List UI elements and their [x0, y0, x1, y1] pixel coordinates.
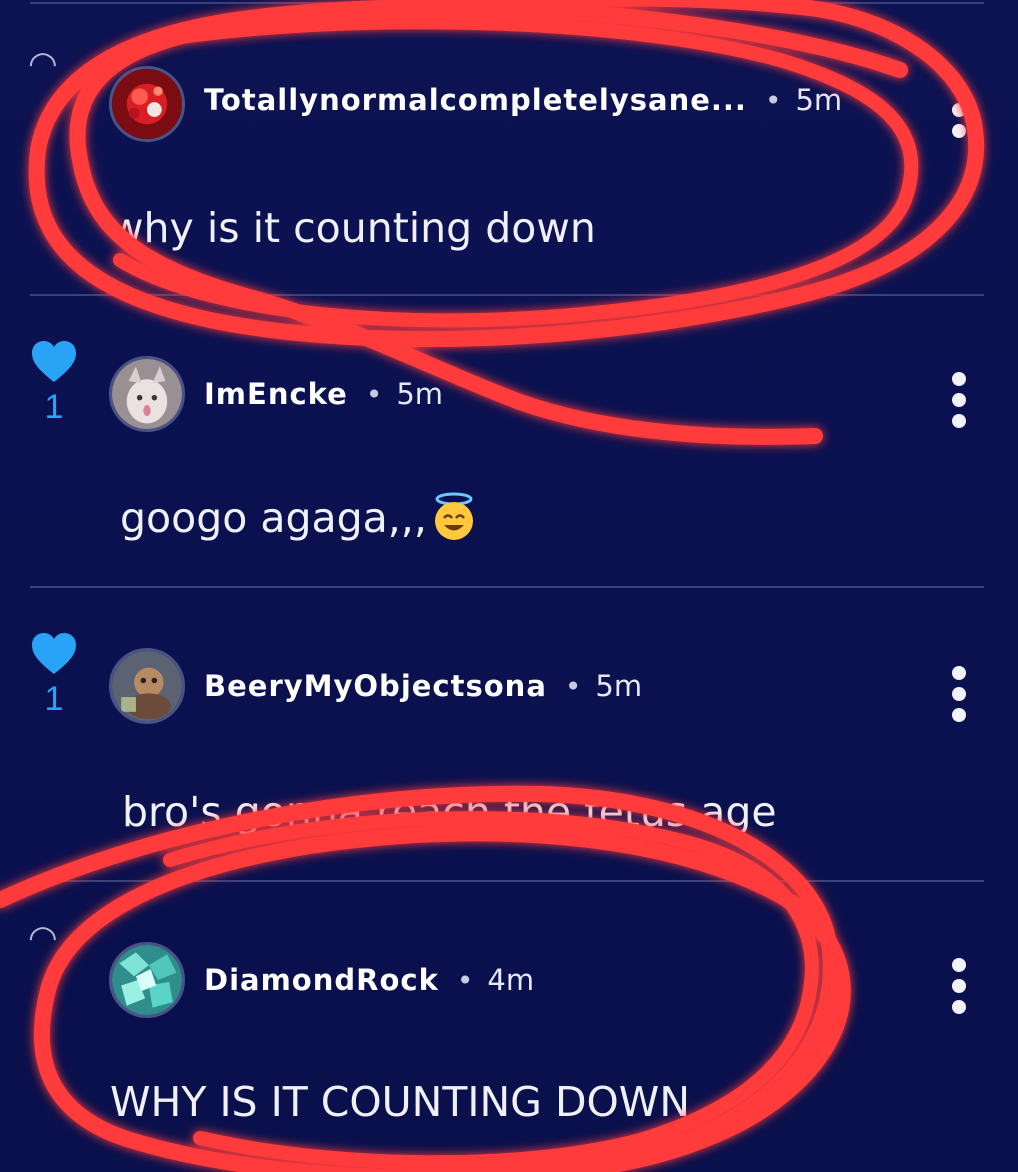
heart-icon [32, 341, 76, 382]
more-vertical-icon [952, 82, 966, 96]
comment-text-content: googo agaga,,, [120, 494, 427, 542]
avatar[interactable] [109, 942, 185, 1018]
username[interactable]: ImEncke [204, 377, 348, 411]
comment-meta: Totallynormalcompletelysane... • 5m [204, 80, 842, 120]
like-count: 1 [44, 680, 64, 718]
avatar[interactable] [109, 648, 185, 724]
username[interactable]: DiamondRock [204, 963, 439, 997]
comment-item: ◠ Totallynormalcompletelysane... • 5m wh… [0, 4, 1018, 296]
timestamp: 5m [595, 669, 643, 703]
comment-item: 1 ImEncke • 5m googo agaga,,, [0, 296, 1018, 588]
comment-text: googo agaga,,, [120, 492, 479, 546]
more-options-button[interactable] [944, 82, 974, 138]
avatar[interactable] [109, 66, 185, 142]
meta-separator: • [365, 377, 383, 411]
timestamp: 5m [795, 83, 843, 117]
cat-avatar-icon [112, 359, 182, 429]
timestamp: 5m [396, 377, 444, 411]
smiling-face-with-halo-emoji [434, 492, 473, 540]
comment-divider [30, 586, 984, 588]
comment-meta: BeeryMyObjectsona • 5m [204, 666, 642, 706]
comment-item: ◠ DiamondRock • 4m WHY IS IT COUNTING DO… [0, 884, 1018, 1172]
username[interactable]: BeeryMyObjectsona [204, 669, 547, 703]
more-vertical-icon [952, 372, 966, 386]
avatar[interactable] [109, 356, 185, 432]
more-options-button[interactable] [944, 372, 974, 428]
meta-separator: • [456, 963, 474, 997]
comment-text: bro's gonna reach the fetus age [122, 788, 777, 836]
heart-icon [32, 633, 76, 674]
like-button[interactable]: 1 [28, 340, 80, 427]
diamond-avatar-icon [112, 945, 182, 1015]
comment-meta: ImEncke • 5m [204, 374, 443, 414]
painting-avatar-icon [112, 651, 182, 721]
like-button[interactable]: 1 [28, 632, 80, 719]
like-button-partial[interactable]: ◠ [28, 918, 58, 958]
meta-separator: • [564, 669, 582, 703]
comment-item: 1 BeeryMyObjectsona • 5m bro's gonna rea… [0, 590, 1018, 882]
comment-text: why is it counting down [110, 204, 596, 252]
red-flower-avatar-icon [112, 69, 182, 139]
like-button-partial[interactable]: ◠ [28, 44, 58, 84]
more-vertical-icon [952, 666, 966, 680]
more-options-button[interactable] [944, 666, 974, 722]
like-count: 1 [44, 388, 64, 426]
username[interactable]: Totallynormalcompletelysane... [204, 83, 747, 117]
more-options-button[interactable] [944, 958, 974, 1014]
meta-separator: • [764, 83, 782, 117]
more-vertical-icon [952, 958, 966, 972]
comment-thread-screen: ◠ Totallynormalcompletelysane... • 5m wh… [0, 0, 1018, 1172]
comment-meta: DiamondRock • 4m [204, 960, 534, 1000]
comment-divider [30, 880, 984, 882]
comment-text: WHY IS IT COUNTING DOWN [110, 1078, 691, 1126]
timestamp: 4m [487, 963, 535, 997]
